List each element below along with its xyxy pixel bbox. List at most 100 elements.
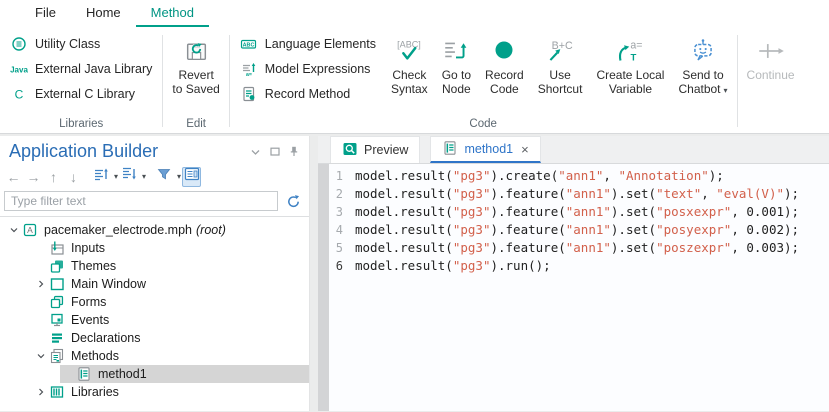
show-details-button[interactable] [182,167,201,187]
tree-item-main-window[interactable]: Main Window [0,275,309,293]
panel-header: Application Builder [0,136,309,163]
expander-closed-icon[interactable] [33,279,49,289]
filter-nodes-button[interactable] [154,167,173,187]
tab-preview[interactable]: Preview [330,136,420,163]
filter-input[interactable] [4,191,278,211]
use-shortcut-button[interactable]: B+CUseShortcut [531,31,590,96]
float-panel-icon[interactable] [270,147,280,156]
ribbon-tab-method[interactable]: Method [136,1,209,27]
code-editor[interactable]: 1model.result("pg3").create("ann1", "Ann… [329,164,829,411]
language-elements-label: Language Elements [265,37,376,51]
tree-item-label: pacemaker_electrode.mph [44,223,192,237]
dropdown-icon[interactable]: ▾ [177,172,181,181]
go-back-button[interactable]: ← [4,167,23,187]
tree-item-declarations[interactable]: Declarations [0,329,309,347]
record-code-button[interactable]: RecordCode [478,31,531,96]
tree-toolbar: ←→↑↓ ▾ ▾ ▾ [0,163,309,189]
go-to-node-button[interactable]: Go toNode [435,31,478,96]
continue-icon [755,34,787,68]
ribbon-body: Utility ClassJavaExternal Java LibraryCE… [0,27,829,133]
forms-icon [49,294,65,310]
ribbon-tab-home[interactable]: Home [71,1,136,27]
group-label-code: Code [232,118,735,130]
dropdown-icon[interactable]: ▾ [142,172,146,181]
tree-item-inputs[interactable]: Inputs [0,239,309,257]
svg-text:[ABC]: [ABC] [398,40,422,50]
expander-open-icon[interactable] [33,351,49,361]
dropdown-icon: ▾ [724,86,728,95]
utility-class-button[interactable]: Utility Class [10,31,152,56]
code-token: "pg3" [453,185,491,203]
code-line: 2model.result("pg3").feature("ann1").set… [329,185,829,203]
code-token: model.result( [355,239,453,257]
breakpoint-gutter[interactable] [318,164,329,411]
record-method-button[interactable]: Record Method [240,81,376,106]
continue-button: Continue [740,31,802,82]
preview-icon [342,141,358,160]
panel-window-controls [250,146,299,157]
ribbon-tab-file[interactable]: File [20,1,71,27]
expander-open-icon[interactable] [6,225,22,235]
dropdown-icon[interactable]: ▾ [114,172,118,181]
code-token: ).run(); [490,257,550,275]
tree-item-label: Libraries [71,385,119,399]
expander-closed-icon[interactable] [33,387,49,397]
tree-item-libraries[interactable]: Libraries [0,383,309,401]
create-local-variable-button[interactable]: a=TCreate LocalVariable [589,31,671,96]
record-method-label: Record Method [265,87,350,101]
main-area: Application Builder ←→↑↓ ▾ ▾ ▾ Apacemaker_e… [0,134,829,411]
external-c-library-label: External C Library [35,87,135,101]
svg-text:Java: Java [10,65,28,74]
svg-text:B+C: B+C [552,40,573,52]
record-code-icon [492,34,516,68]
record-code-label: Record [485,68,524,82]
expand-list-button[interactable] [91,167,110,187]
revert-to-saved-button[interactable]: Revertto Saved [165,31,226,96]
go-forward-button[interactable]: → [24,167,43,187]
model-tree: Apacemaker_electrode.mph(root)Inputs Them… [0,216,309,411]
tab-method1[interactable]: method1 × [430,136,540,163]
move-down-button[interactable]: ↓ [64,167,83,187]
tree-item-method1[interactable]: method1 [0,365,309,383]
group-separator [162,35,163,127]
check-syntax-button[interactable]: [ABC]CheckSyntax [384,31,435,96]
create-local-variable-label: Create Local [596,68,664,82]
move-up-button[interactable]: ↑ [44,167,63,187]
tree-item-methods[interactable]: Methods [0,347,309,365]
collapse-list-button[interactable] [119,167,138,187]
code-line: 3model.result("pg3").feature("ann1").set… [329,203,829,221]
line-number: 4 [329,221,355,239]
panel-menu-chevron-icon[interactable] [250,148,261,156]
tree-item-events[interactable]: Events [0,311,309,329]
model-expressions-icon: a= [240,61,258,77]
code-token: , [701,185,716,203]
code-token: "pg3" [453,239,491,257]
code-token: "eval(V)" [716,185,784,203]
refresh-icon[interactable] [286,194,301,209]
model-expressions-button[interactable]: a=Model Expressions [240,56,376,81]
external-c-library-button[interactable]: CExternal C Library [10,81,152,106]
record-method-icon [240,86,258,102]
code-token: "ann1" [566,203,611,221]
tree-item-forms[interactable]: Forms [0,293,309,311]
methods-icon [49,348,65,364]
close-tab-icon[interactable]: × [521,142,529,157]
go-to-node-label: Node [442,82,471,96]
code-token: , 0.001); [731,203,799,221]
send-to-chatbot-button[interactable]: Send toChatbot▾ [671,31,734,98]
code-token: ).feature( [490,221,565,239]
external-java-library-button[interactable]: JavaExternal Java Library [10,56,152,81]
filter-row [0,189,309,216]
tree-item-pacemaker-electrode-mph[interactable]: Apacemaker_electrode.mph(root) [0,221,309,239]
send-to-chatbot-label: Send to [682,68,723,82]
language-elements-button[interactable]: ABC Language Elements [240,31,376,56]
ribbon-group-libraries: Utility ClassJavaExternal Java LibraryCE… [2,27,160,133]
check-syntax-label: Check [392,68,426,82]
goto-node-icon [442,34,470,68]
tree-item-themes[interactable]: Themes [0,257,309,275]
svg-text:ABC: ABC [243,42,255,48]
pin-panel-icon[interactable] [289,146,299,157]
tree-item-label: Themes [71,259,116,273]
java-icon: Java [10,61,28,77]
code-token: "posxexpr" [656,203,731,221]
